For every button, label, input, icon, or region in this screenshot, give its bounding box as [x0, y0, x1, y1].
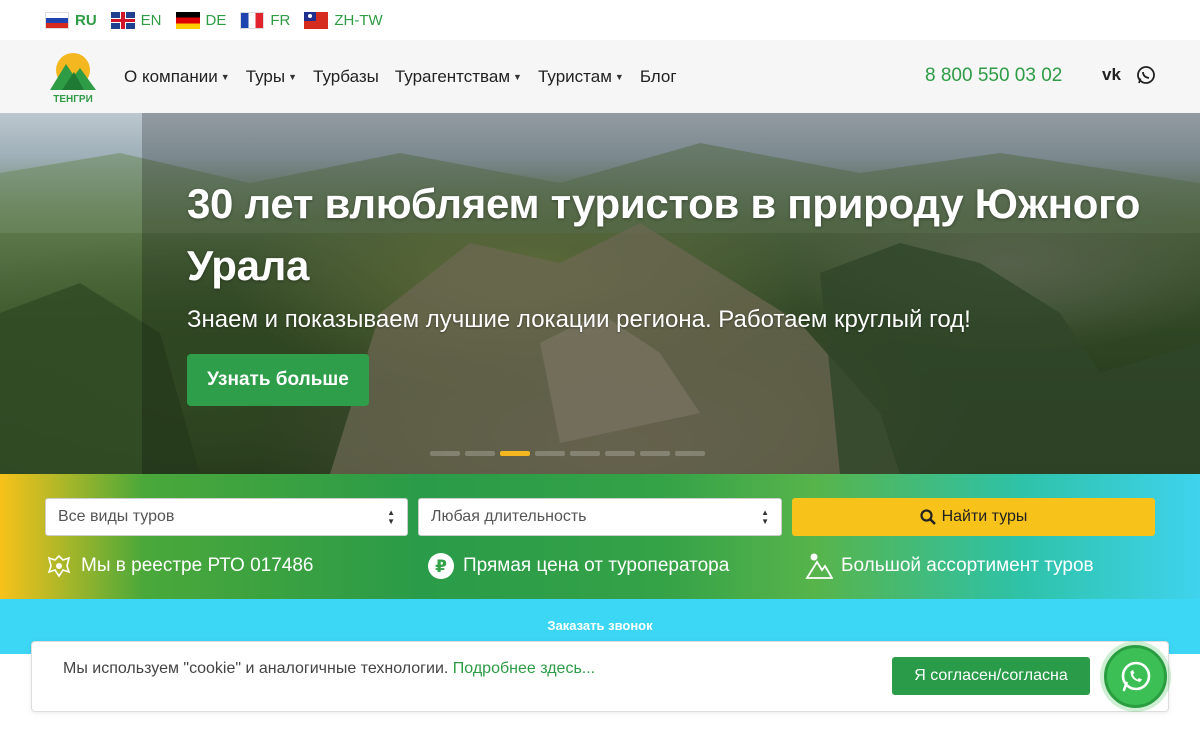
main-nav: О компании ▼ Туры ▼ Турбазы Турагентствам ▼…: [124, 40, 677, 113]
learn-more-button[interactable]: Узнать больше: [187, 354, 369, 406]
slider-dot[interactable]: [570, 451, 600, 456]
search-icon: [919, 509, 936, 525]
svg-text:vk: vk: [1102, 65, 1121, 83]
caret-down-icon: ▼: [288, 71, 298, 82]
slider-dots: [430, 451, 705, 456]
site-logo[interactable]: ТЕНГРИ: [44, 50, 102, 105]
caret-down-icon: ▼: [614, 71, 624, 82]
slider-dot[interactable]: [675, 451, 705, 456]
nav-bases[interactable]: Турбазы: [313, 67, 379, 87]
nav-about[interactable]: О компании ▼: [124, 67, 230, 87]
search-band: Все виды туров ▲ ▼ Любая длительность ▲ ▼ …: [0, 474, 1200, 599]
find-tours-button[interactable]: Найти туры: [792, 498, 1155, 536]
select-arrows-icon: ▲ ▼: [387, 508, 395, 526]
lang-fr[interactable]: FR: [240, 11, 290, 29]
uk-flag-icon: [110, 11, 135, 29]
site-header: ТЕНГРИ О компании ▼ Туры ▼ Турбазы Тураген…: [0, 40, 1200, 113]
emblem-icon: [47, 554, 71, 578]
hero-title: 30 лет влюбляем туристов в природу Южног…: [187, 180, 1141, 289]
caret-down-icon: ▼: [220, 71, 230, 82]
ruble-icon: ₽: [428, 553, 454, 579]
language-bar: RU EN DE FR ZH-TW: [0, 0, 1200, 40]
slider-dot[interactable]: [535, 451, 565, 456]
nav-tours[interactable]: Туры ▼: [246, 67, 297, 87]
cookie-banner: Мы используем "cookie" и аналогичные тех…: [31, 641, 1169, 712]
select-arrows-icon: ▲ ▼: [761, 508, 769, 526]
whatsapp-icon[interactable]: [1136, 65, 1156, 90]
lang-en[interactable]: EN: [110, 11, 162, 29]
hero-subtitle: Знаем и показываем лучшие локации регион…: [187, 306, 971, 333]
mountain-icon: [805, 553, 833, 579]
slider-dot[interactable]: [500, 451, 530, 456]
feature-assortment: Большой ассортимент туров: [805, 552, 1094, 580]
slider-dot[interactable]: [640, 451, 670, 456]
feature-direct-price: ₽ Прямая цена от туроператора: [427, 552, 729, 580]
france-flag-icon: [240, 11, 265, 29]
logo-mountain-icon: ТЕНГРИ: [50, 53, 96, 105]
lang-de[interactable]: DE: [175, 11, 226, 29]
lang-ru[interactable]: RU: [45, 11, 97, 29]
tour-type-select[interactable]: Все виды туров ▲ ▼: [45, 498, 408, 536]
hero-slider: 30 лет влюбляем туристов в природу Южног…: [0, 113, 1200, 474]
nav-blog[interactable]: Блог: [640, 67, 677, 87]
vk-icon[interactable]: vk: [1102, 65, 1126, 88]
whatsapp-float-button[interactable]: [1104, 645, 1167, 708]
lang-zh-tw[interactable]: ZH-TW: [304, 11, 383, 29]
slider-dot[interactable]: [430, 451, 460, 456]
nav-tourists[interactable]: Туристам ▼: [538, 67, 624, 87]
germany-flag-icon: [175, 11, 200, 29]
feature-registry: Мы в реестре РТО 017486: [45, 552, 313, 580]
svg-text:₽: ₽: [435, 557, 447, 577]
cookie-accept-button[interactable]: Я согласен/согласна: [892, 657, 1090, 695]
svg-text:ТЕНГРИ: ТЕНГРИ: [53, 94, 93, 104]
slider-dot[interactable]: [605, 451, 635, 456]
whatsapp-icon: [1121, 661, 1150, 691]
cookie-more-link[interactable]: Подробнее здесь...: [453, 660, 595, 677]
russia-flag-icon: [45, 11, 69, 29]
slider-dot[interactable]: [465, 451, 495, 456]
request-call-button[interactable]: Заказать звонок: [0, 618, 1200, 633]
phone-link[interactable]: 8 800 550 03 02: [925, 65, 1062, 87]
caret-down-icon: ▼: [513, 71, 522, 82]
duration-select[interactable]: Любая длительность ▲ ▼: [418, 498, 782, 536]
nav-agencies[interactable]: Турагентствам ▼: [395, 67, 522, 87]
taiwan-flag-icon: [304, 11, 329, 29]
